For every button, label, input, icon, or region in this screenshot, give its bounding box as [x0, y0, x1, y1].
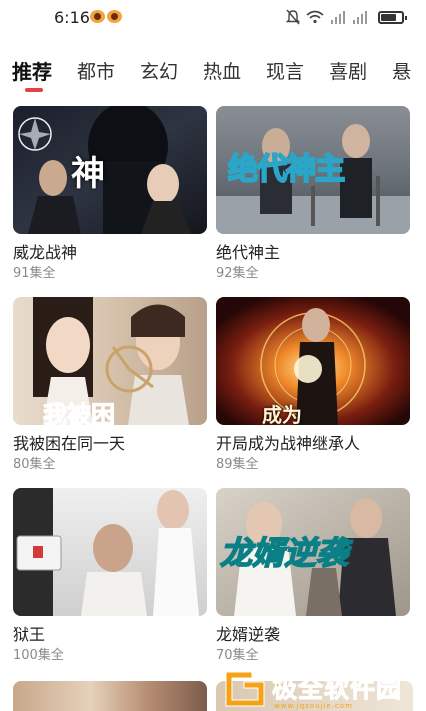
drama-poster[interactable]: 神 — [13, 106, 207, 234]
signal-icon-2 — [353, 11, 367, 24]
tab-action[interactable]: 热血 — [203, 56, 241, 96]
drama-card[interactable]: 我被困 我被困在同一天 80集全 — [13, 297, 207, 474]
watermark-logo-icon — [225, 671, 265, 706]
tab-suspense[interactable]: 悬 — [392, 56, 411, 96]
poster-title-text: 我被困 — [43, 400, 116, 426]
status-bar: 6:16 — [0, 0, 426, 36]
drama-card[interactable]: 龙婿逆袭 龙婿逆袭 70集全 — [216, 488, 410, 665]
watermark: 极全软件园 www.jqsoujie.com — [222, 662, 426, 711]
battery-icon — [378, 10, 407, 24]
poster-title-text: 成为 — [262, 403, 302, 425]
category-tabs: 推荐 都市 玄幻 热血 现言 喜剧 悬 — [12, 56, 426, 96]
drama-poster[interactable]: 我被困 — [13, 297, 207, 425]
drama-card[interactable]: 狱王 100集全 — [13, 488, 207, 665]
drama-poster[interactable]: 成为 — [216, 297, 410, 425]
tab-modern-romance[interactable]: 现言 — [266, 56, 304, 96]
drama-title[interactable]: 开局成为战神继承人 — [216, 434, 410, 454]
drama-poster[interactable] — [13, 488, 207, 616]
status-time: 6:16 — [54, 8, 90, 27]
episode-count: 91集全 — [13, 266, 56, 281]
drama-poster[interactable] — [13, 681, 207, 711]
drama-card[interactable]: 成为 开局成为战神继承人 89集全 — [216, 297, 410, 474]
drama-title[interactable]: 威龙战神 — [13, 243, 207, 263]
drama-poster[interactable]: 绝代神主 — [216, 106, 410, 234]
watermark-url: www.jqsoujie.com — [274, 702, 353, 710]
drama-title[interactable]: 狱王 — [13, 625, 207, 645]
watermark-text: 极全软件园 — [271, 673, 403, 703]
episode-count: 100集全 — [13, 648, 64, 663]
mute-icon — [286, 9, 300, 25]
episode-count: 89集全 — [216, 457, 259, 472]
drama-title[interactable]: 我被困在同一天 — [13, 434, 207, 454]
drama-title[interactable]: 绝代神主 — [216, 243, 410, 263]
episode-count: 92集全 — [216, 266, 259, 281]
drama-card[interactable]: 绝代神主 绝代神主 92集全 — [216, 106, 410, 283]
signal-icon-1 — [331, 11, 345, 24]
drama-title[interactable]: 龙婿逆袭 — [216, 625, 410, 645]
poster-title-text: 龙婿逆袭 — [219, 533, 349, 573]
status-icons — [286, 9, 407, 25]
drama-poster[interactable]: 龙婿逆袭 — [216, 488, 410, 616]
eye-comfort-icon — [90, 10, 122, 23]
wifi-icon — [306, 10, 324, 24]
tab-urban[interactable]: 都市 — [77, 56, 115, 96]
tab-recommended[interactable]: 推荐 — [12, 56, 52, 96]
poster-title-text: 神 — [71, 154, 105, 194]
episode-count: 80集全 — [13, 457, 56, 472]
tab-fantasy[interactable]: 玄幻 — [140, 56, 178, 96]
poster-title-text: 绝代神主 — [227, 151, 346, 188]
tab-comedy[interactable]: 喜剧 — [329, 56, 367, 96]
drama-card[interactable]: 神 威龙战神 91集全 — [13, 106, 207, 283]
